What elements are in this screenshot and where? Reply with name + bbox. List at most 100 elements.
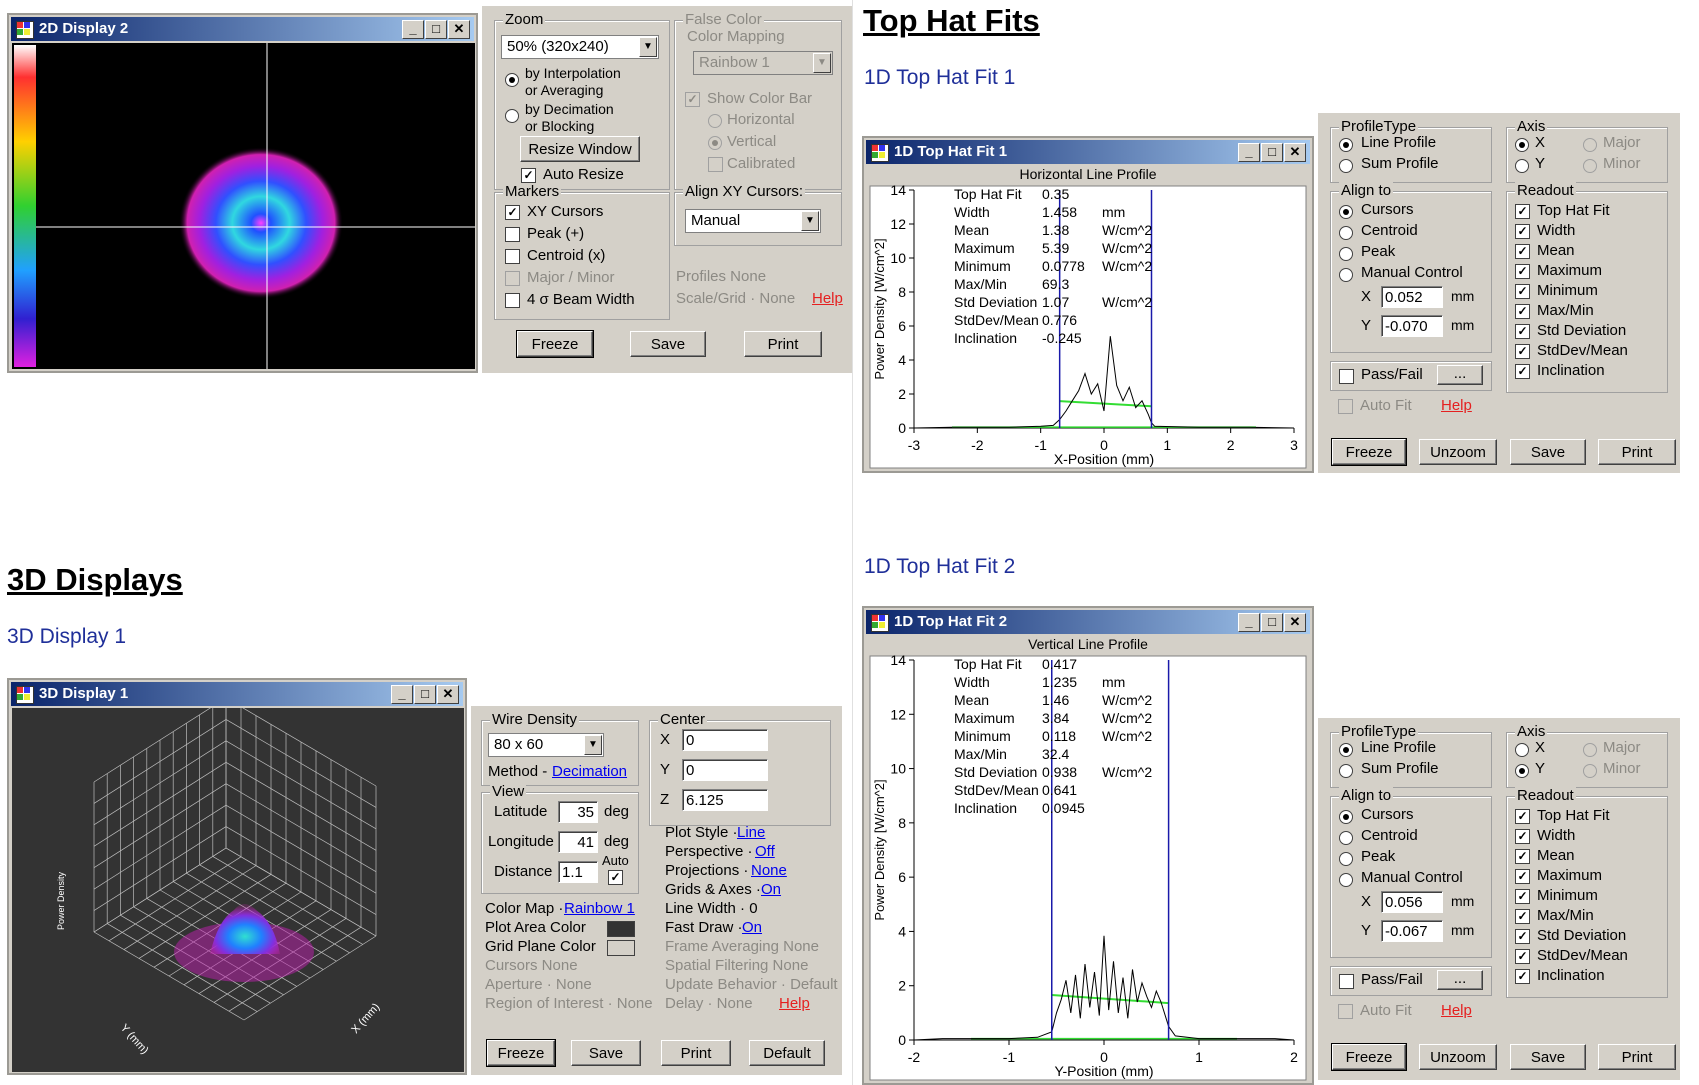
- readout-checkbox[interactable]: ✓: [1515, 809, 1530, 824]
- line-profile-radio[interactable]: [1339, 743, 1353, 757]
- close-icon[interactable]: ✕: [1284, 143, 1306, 162]
- link-3d-display-1[interactable]: 3D Display 1: [7, 625, 126, 649]
- beam-image[interactable]: [12, 43, 475, 369]
- method-link[interactable]: Decimation: [552, 763, 627, 780]
- plot-area-color-swatch[interactable]: [607, 921, 635, 937]
- distance-input[interactable]: 1.1: [558, 861, 598, 883]
- save-button[interactable]: Save: [571, 1040, 641, 1066]
- close-icon[interactable]: ✕: [1284, 613, 1306, 632]
- latitude-input[interactable]: 35: [558, 801, 598, 823]
- manual-x-input[interactable]: 0.052: [1381, 286, 1443, 308]
- help-link[interactable]: Help: [812, 290, 843, 307]
- auto-fit-checkbox[interactable]: [1338, 1004, 1353, 1019]
- zoom-interpolation-radio[interactable]: [505, 73, 519, 87]
- pass-fail-checkbox[interactable]: [1339, 369, 1354, 384]
- chevron-down-icon[interactable]: ▼: [801, 211, 819, 231]
- maximize-icon[interactable]: □: [1261, 613, 1283, 632]
- print-button[interactable]: Print: [1598, 1044, 1676, 1070]
- manual-y-input[interactable]: -0.067: [1381, 920, 1443, 942]
- grid-plane-color-swatch[interactable]: [607, 940, 635, 956]
- axis-x-radio[interactable]: [1515, 743, 1529, 757]
- readout-checkbox[interactable]: ✓: [1515, 324, 1530, 339]
- pass-fail-settings-button[interactable]: ...: [1437, 365, 1483, 385]
- minimize-icon[interactable]: _: [402, 20, 424, 39]
- readout-checkbox[interactable]: ✓: [1515, 829, 1530, 844]
- pass-fail-settings-button[interactable]: ...: [1437, 970, 1483, 990]
- readout-checkbox[interactable]: ✓: [1515, 909, 1530, 924]
- readout-checkbox[interactable]: ✓: [1515, 204, 1530, 219]
- center-x-input[interactable]: 0: [682, 729, 768, 751]
- peak-checkbox[interactable]: [505, 227, 520, 242]
- minimize-icon[interactable]: _: [391, 685, 413, 704]
- print-button[interactable]: Print: [1598, 439, 1676, 465]
- maximize-icon[interactable]: □: [1261, 143, 1283, 162]
- unzoom-button[interactable]: Unzoom: [1419, 439, 1497, 465]
- center-z-input[interactable]: 6.125: [682, 789, 768, 811]
- major-radio[interactable]: [1583, 138, 1597, 152]
- help-link[interactable]: Help: [1441, 397, 1472, 414]
- xy-cursors-checkbox[interactable]: ✓: [505, 205, 520, 220]
- color-mapping-select[interactable]: Rainbow 1 ▼: [693, 51, 833, 75]
- unzoom-button[interactable]: Unzoom: [1419, 1044, 1497, 1070]
- readout-checkbox[interactable]: ✓: [1515, 869, 1530, 884]
- minimize-icon[interactable]: _: [1238, 143, 1260, 162]
- auto-resize-checkbox[interactable]: ✓: [521, 168, 536, 183]
- default-button[interactable]: Default: [749, 1040, 825, 1066]
- zoom-select[interactable]: 50% (320x240) ▼: [501, 35, 659, 59]
- axis-y-radio[interactable]: [1515, 159, 1529, 173]
- align-peak-radio[interactable]: [1339, 852, 1353, 866]
- manual-y-input[interactable]: -0.070: [1381, 315, 1443, 337]
- freeze-button[interactable]: Freeze: [1331, 1043, 1407, 1071]
- line-profile-radio[interactable]: [1339, 138, 1353, 152]
- beam-width-checkbox[interactable]: [505, 293, 520, 308]
- major-radio[interactable]: [1583, 743, 1597, 757]
- readout-checkbox[interactable]: ✓: [1515, 344, 1530, 359]
- resize-window-button[interactable]: Resize Window: [520, 136, 640, 162]
- sum-profile-radio[interactable]: [1339, 159, 1353, 173]
- align-cursors-select[interactable]: Manual ▼: [685, 209, 821, 233]
- plot-style-link[interactable]: Line: [737, 824, 765, 841]
- link-top-hat-fit-1[interactable]: 1D Top Hat Fit 1: [864, 66, 1015, 90]
- readout-checkbox[interactable]: ✓: [1515, 304, 1530, 319]
- readout-checkbox[interactable]: ✓: [1515, 224, 1530, 239]
- help-link[interactable]: Help: [779, 995, 810, 1012]
- horizontal-radio[interactable]: [708, 114, 722, 128]
- readout-checkbox[interactable]: ✓: [1515, 849, 1530, 864]
- freeze-button[interactable]: Freeze: [516, 330, 594, 358]
- center-y-input[interactable]: 0: [682, 759, 768, 781]
- align-manual-radio[interactable]: [1339, 873, 1353, 887]
- align-cursors-radio[interactable]: [1339, 810, 1353, 824]
- close-icon[interactable]: ✕: [448, 20, 470, 39]
- readout-checkbox[interactable]: ✓: [1515, 889, 1530, 904]
- grids-axes-link[interactable]: On: [761, 881, 781, 898]
- print-button[interactable]: Print: [744, 331, 822, 357]
- readout-checkbox[interactable]: ✓: [1515, 264, 1530, 279]
- align-cursors-radio[interactable]: [1339, 205, 1353, 219]
- axis-x-radio[interactable]: [1515, 138, 1529, 152]
- align-centroid-radio[interactable]: [1339, 831, 1353, 845]
- vertical-radio[interactable]: [708, 136, 722, 150]
- fast-draw-link[interactable]: On: [742, 919, 762, 936]
- auto-distance-checkbox[interactable]: ✓: [608, 870, 623, 885]
- fit2-titlebar[interactable]: 1D Top Hat Fit 2 _ □ ✕: [866, 610, 1310, 634]
- minimize-icon[interactable]: _: [1238, 613, 1260, 632]
- readout-checkbox[interactable]: ✓: [1515, 284, 1530, 299]
- projections-link[interactable]: None: [751, 862, 787, 879]
- chevron-down-icon[interactable]: ▼: [639, 37, 657, 57]
- align-centroid-radio[interactable]: [1339, 226, 1353, 240]
- zoom-decimation-radio[interactable]: [505, 109, 519, 123]
- maximize-icon[interactable]: □: [425, 20, 447, 39]
- print-button[interactable]: Print: [661, 1040, 731, 1066]
- color-map-link[interactable]: Rainbow 1: [564, 900, 635, 917]
- display-3d-titlebar[interactable]: 3D Display 1 _ □ ✕: [11, 682, 463, 706]
- freeze-button[interactable]: Freeze: [1331, 438, 1407, 466]
- longitude-input[interactable]: 41: [558, 831, 598, 853]
- pass-fail-checkbox[interactable]: [1339, 974, 1354, 989]
- manual-x-input[interactable]: 0.056: [1381, 891, 1443, 913]
- link-top-hat-fit-2[interactable]: 1D Top Hat Fit 2: [864, 555, 1015, 579]
- 3d-surface-plot[interactable]: X (mm) Y (mm) Power Density: [12, 708, 464, 1072]
- readout-checkbox[interactable]: ✓: [1515, 969, 1530, 984]
- axis-y-radio[interactable]: [1515, 764, 1529, 778]
- close-icon[interactable]: ✕: [437, 685, 459, 704]
- maximize-icon[interactable]: □: [414, 685, 436, 704]
